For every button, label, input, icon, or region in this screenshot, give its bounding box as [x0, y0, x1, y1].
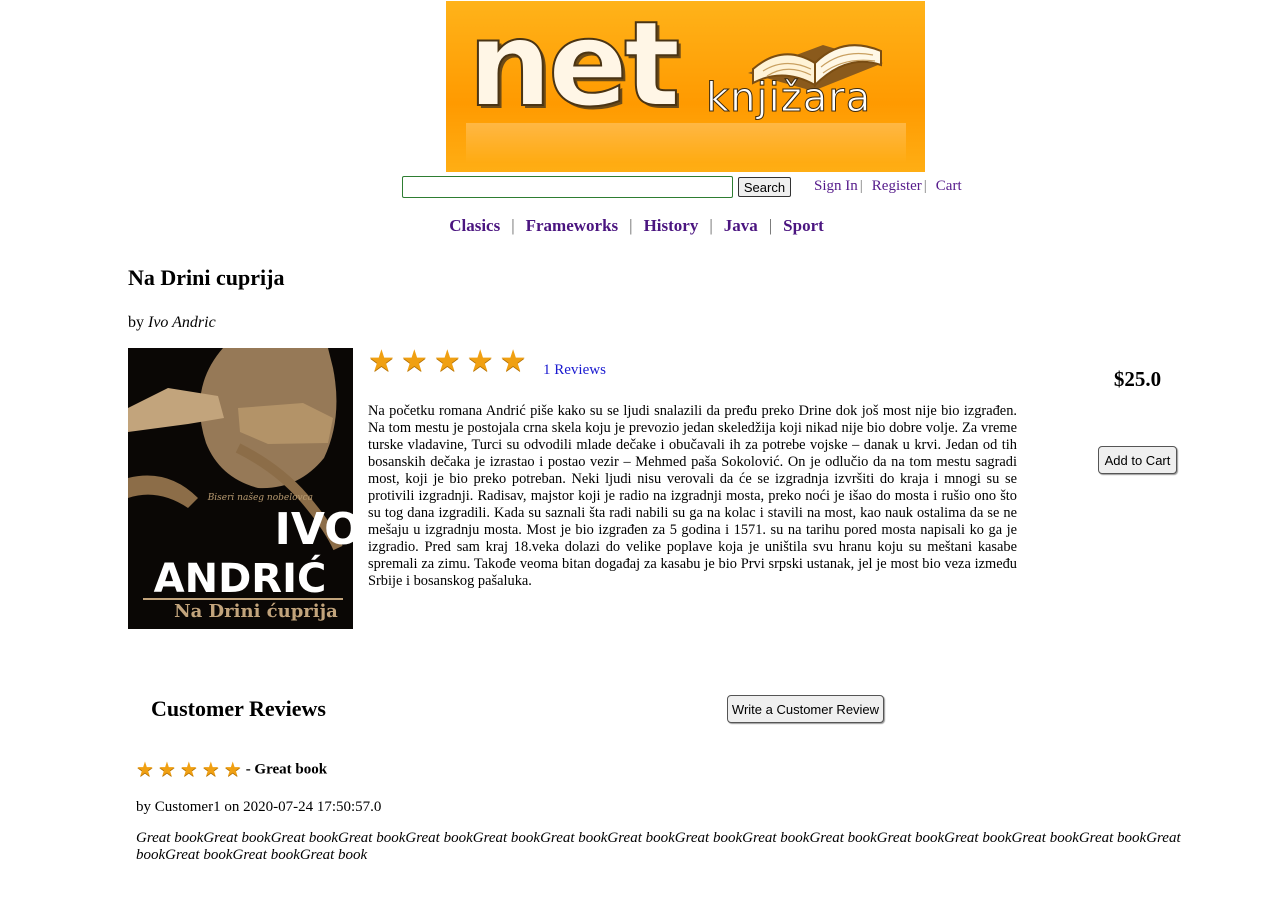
review-author: Customer1 [154, 799, 221, 815]
review-meta: by Customer1 on 2020-07-24 17:50:57.0 [136, 799, 381, 816]
review-item: ★ ★ ★ ★ ★ - Great book by Customer1 on 2… [136, 760, 1186, 863]
add-to-cart-button[interactable]: Add to Cart [1098, 446, 1177, 474]
reviews-count-link[interactable]: 1 Reviews [543, 362, 606, 379]
separator: | [709, 216, 713, 235]
separator: | [859, 178, 863, 194]
book-rating: ★ ★ ★ ★ ★ [368, 347, 527, 377]
search-button[interactable]: Search [738, 177, 791, 197]
review-by-prefix: by [136, 799, 151, 815]
star-icon: ★ [201, 759, 220, 781]
search-input[interactable] [402, 176, 733, 198]
cover-author-last: ANDRIĆ [154, 554, 327, 602]
write-review-button[interactable]: Write a Customer Review [727, 695, 884, 723]
review-body: Great bookGreat bookGreat bookGreat book… [136, 830, 1181, 863]
customer-reviews-heading: Customer Reviews [151, 696, 326, 721]
category-link-clasics[interactable]: Clasics [449, 216, 500, 235]
book-price: $25.0 [1113, 367, 1162, 391]
separator: | [768, 216, 773, 235]
review-date: 2020-07-24 17:50:57.0 [243, 799, 382, 815]
category-link-frameworks[interactable]: Frameworks [526, 216, 619, 235]
review-title: - Great book [245, 761, 328, 778]
review-rating: ★ ★ ★ ★ ★ [136, 760, 242, 780]
sign-in-link[interactable]: Sign In [814, 178, 858, 194]
category-link-sport[interactable]: Sport [783, 216, 824, 235]
book-title: Na Drini cuprija [128, 265, 285, 290]
star-icon: ★ [157, 759, 176, 781]
star-icon: ★ [368, 345, 395, 378]
star-icon: ★ [136, 759, 154, 781]
star-icon: ★ [223, 759, 242, 781]
star-icon: ★ [179, 759, 198, 781]
star-icon: ★ [433, 345, 461, 378]
book-description: Na početku romana Andrić piše kako su se… [368, 403, 1017, 589]
site-logo-banner[interactable]: net knjižara [446, 1, 925, 172]
by-prefix: by [128, 314, 144, 331]
account-links: Sign In | Register | Cart [814, 178, 962, 195]
cart-link[interactable]: Cart [936, 178, 962, 194]
book-author: Ivo Andric [148, 314, 216, 331]
logo-net-text: net [467, 1, 681, 134]
separator: | [511, 216, 515, 235]
star-icon: ★ [499, 345, 527, 378]
review-on-word: on [224, 799, 240, 815]
star-icon: ★ [400, 345, 428, 378]
book-byline: by Ivo Andric [128, 314, 216, 332]
separator: | [629, 216, 633, 235]
cover-series-text: Biseri našeg nobelovca [207, 492, 313, 503]
star-icon: ★ [466, 345, 494, 378]
category-nav: Clasics | Frameworks | History | Java | Sport [0, 216, 1273, 236]
category-link-java[interactable]: Java [724, 216, 758, 235]
book-cover-image: Biseri našeg nobelovca IVO ANDRIĆ Na Dri… [128, 348, 353, 629]
logo-knjizara-text: knjižara [705, 75, 872, 122]
cover-illustration: Biseri našeg nobelovca IVO ANDRIĆ Na Dri… [128, 348, 353, 629]
cover-title: Na Drini ćuprija [174, 601, 338, 622]
category-link-history[interactable]: History [644, 216, 699, 235]
cover-author-first: IVO [274, 504, 353, 555]
separator: | [923, 178, 927, 194]
register-link[interactable]: Register [872, 178, 922, 194]
